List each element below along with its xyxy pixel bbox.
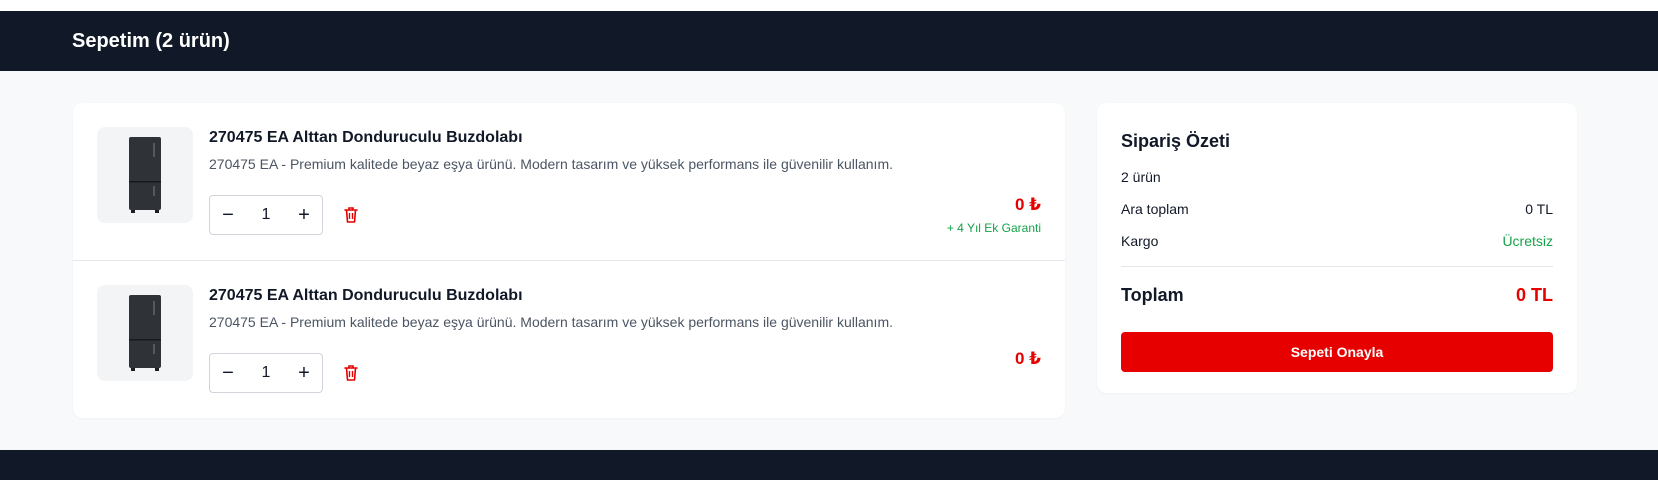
order-summary: Sipariş Özeti 2 ürün Ara toplam 0 TL Kar… bbox=[1097, 103, 1577, 393]
quantity-value[interactable]: 1 bbox=[246, 354, 286, 392]
summary-title: Sipariş Özeti bbox=[1121, 131, 1231, 151]
page-title: Sepetim (2 ürün) bbox=[72, 30, 230, 52]
item-price: 0 ₺ bbox=[1014, 195, 1041, 214]
cart-item: 270475 EA Alttan Donduruculu Buzdolabı 2… bbox=[73, 103, 1065, 261]
summary-divider bbox=[1121, 266, 1553, 267]
subtotal-value: 0 TL bbox=[1525, 201, 1553, 217]
quantity-stepper: − 1 + bbox=[209, 195, 323, 235]
minus-icon[interactable]: − bbox=[210, 354, 246, 392]
confirm-cart-button[interactable]: Sepeti Onayla bbox=[1121, 332, 1553, 372]
product-title[interactable]: 270475 EA Alttan Donduruculu Buzdolabı bbox=[209, 287, 523, 305]
summary-shipping-row: Kargo Ücretsiz bbox=[1121, 233, 1553, 253]
total-label: Toplam bbox=[1121, 285, 1184, 305]
fridge-image bbox=[129, 137, 161, 213]
plus-icon[interactable]: + bbox=[286, 196, 322, 234]
quantity-value[interactable]: 1 bbox=[246, 196, 286, 234]
warranty-badge: + 4 Yıl Ek Garanti bbox=[946, 221, 1041, 235]
subtotal-label: Ara toplam bbox=[1121, 201, 1189, 217]
main-content: 270475 EA Alttan Donduruculu Buzdolabı 2… bbox=[0, 71, 1658, 450]
product-thumbnail[interactable] bbox=[97, 285, 193, 381]
quantity-stepper: − 1 + bbox=[209, 353, 323, 393]
cart-item: 270475 EA Alttan Donduruculu Buzdolabı 2… bbox=[73, 261, 1065, 418]
shipping-label: Kargo bbox=[1121, 233, 1159, 249]
trash-icon[interactable] bbox=[343, 206, 359, 224]
total-value: 0 TL bbox=[1515, 285, 1553, 305]
item-count: 2 ürün bbox=[1121, 169, 1161, 185]
minus-icon[interactable]: − bbox=[210, 196, 246, 234]
shipping-value: Ücretsiz bbox=[1502, 233, 1553, 249]
summary-subtotal-row: Ara toplam 0 TL bbox=[1121, 201, 1553, 221]
trash-icon[interactable] bbox=[343, 364, 359, 382]
plus-icon[interactable]: + bbox=[286, 354, 322, 392]
product-description: 270475 EA - Premium kalitede beyaz eşya … bbox=[209, 156, 893, 172]
footer bbox=[0, 450, 1658, 480]
top-strip bbox=[0, 0, 1658, 11]
fridge-image bbox=[129, 295, 161, 371]
summary-item-count-row: 2 ürün bbox=[1121, 169, 1553, 189]
cart-list: 270475 EA Alttan Donduruculu Buzdolabı 2… bbox=[73, 103, 1065, 418]
item-price: 0 ₺ bbox=[1014, 349, 1041, 368]
product-description: 270475 EA - Premium kalitede beyaz eşya … bbox=[209, 314, 893, 330]
header: Sepetim (2 ürün) bbox=[0, 11, 1658, 71]
product-title[interactable]: 270475 EA Alttan Donduruculu Buzdolabı bbox=[209, 129, 523, 147]
product-thumbnail[interactable] bbox=[97, 127, 193, 223]
